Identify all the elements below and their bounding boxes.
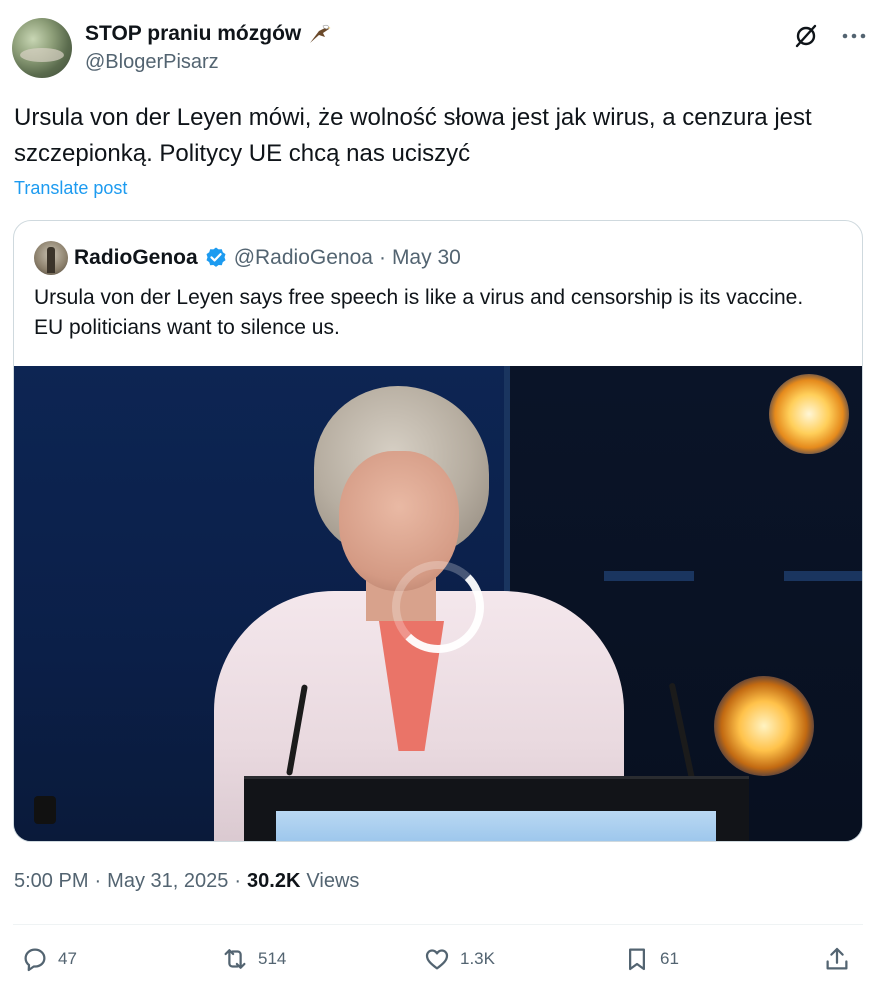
share-button[interactable] <box>822 944 852 974</box>
tweet-text: Ursula von der Leyen mówi, że wolność sł… <box>14 104 812 167</box>
bookmark-button[interactable]: 61 <box>622 944 679 974</box>
bookmark-count: 61 <box>660 949 679 968</box>
quoted-tweet-text: Ursula von der Leyen says free speech is… <box>34 286 804 339</box>
verified-badge-icon <box>204 246 228 270</box>
grok-icon[interactable] <box>792 22 820 50</box>
stage-line <box>604 571 694 581</box>
quoted-author-handle[interactable]: @RadioGenoa <box>234 246 373 270</box>
header-actions <box>792 22 868 50</box>
reply-icon <box>24 948 46 972</box>
author-handle[interactable]: @BlogerPisarz <box>85 48 331 76</box>
separator-dot: · <box>234 870 242 892</box>
divider <box>13 924 863 925</box>
author-display-name-text: STOP praniu mózgów <box>85 22 302 45</box>
repost-icon <box>224 949 246 969</box>
video-badge-icon <box>34 796 56 824</box>
author-names: STOP praniu mózgów @BlogerPisarz <box>85 20 331 76</box>
separator-dot: · <box>94 870 102 892</box>
quoted-tweet-header: RadioGenoa @RadioGenoa · May 30 <box>34 241 461 275</box>
tweet-time[interactable]: 5:00 PM <box>14 870 88 893</box>
action-bar: 47 514 1.3K 61 <box>20 944 860 980</box>
repost-count: 514 <box>258 949 287 968</box>
more-options-icon[interactable] <box>840 22 868 50</box>
author-avatar[interactable] <box>12 18 72 78</box>
views-label: Views <box>306 870 360 892</box>
heart-icon <box>425 949 449 970</box>
loading-spinner-icon <box>392 561 484 653</box>
translate-post-link[interactable]: Translate post <box>14 178 127 199</box>
podium-screen <box>276 811 716 841</box>
like-button[interactable]: 1.3K <box>422 944 495 974</box>
quoted-tweet[interactable]: RadioGenoa @RadioGenoa · May 30 Ursula v… <box>13 220 863 842</box>
eagle-icon <box>307 23 331 45</box>
author-display-name[interactable]: STOP praniu mózgów <box>85 20 331 48</box>
stage-light <box>769 374 849 454</box>
video-thumbnail[interactable] <box>14 366 862 841</box>
reply-button[interactable]: 47 <box>20 944 77 974</box>
views-count: 30.2K <box>247 870 301 892</box>
stage-line <box>784 571 862 581</box>
quoted-author-name[interactable]: RadioGenoa <box>74 246 198 270</box>
quoted-author-avatar[interactable] <box>34 241 68 275</box>
tweet-meta: 5:00 PM · May 31, 2025 · 30.2K Views <box>14 870 359 893</box>
tweet-header: STOP praniu mózgów @BlogerPisarz <box>12 16 868 80</box>
quoted-tweet-date[interactable]: May 30 <box>392 246 461 270</box>
like-count: 1.3K <box>460 949 495 968</box>
reply-count: 47 <box>58 949 77 968</box>
repost-button[interactable]: 514 <box>220 944 286 974</box>
tweet-date[interactable]: May 31, 2025 <box>107 870 228 893</box>
separator-dot: · <box>378 246 386 269</box>
stage-light <box>714 676 814 776</box>
share-icon <box>826 947 848 970</box>
bookmark-icon <box>629 948 645 971</box>
